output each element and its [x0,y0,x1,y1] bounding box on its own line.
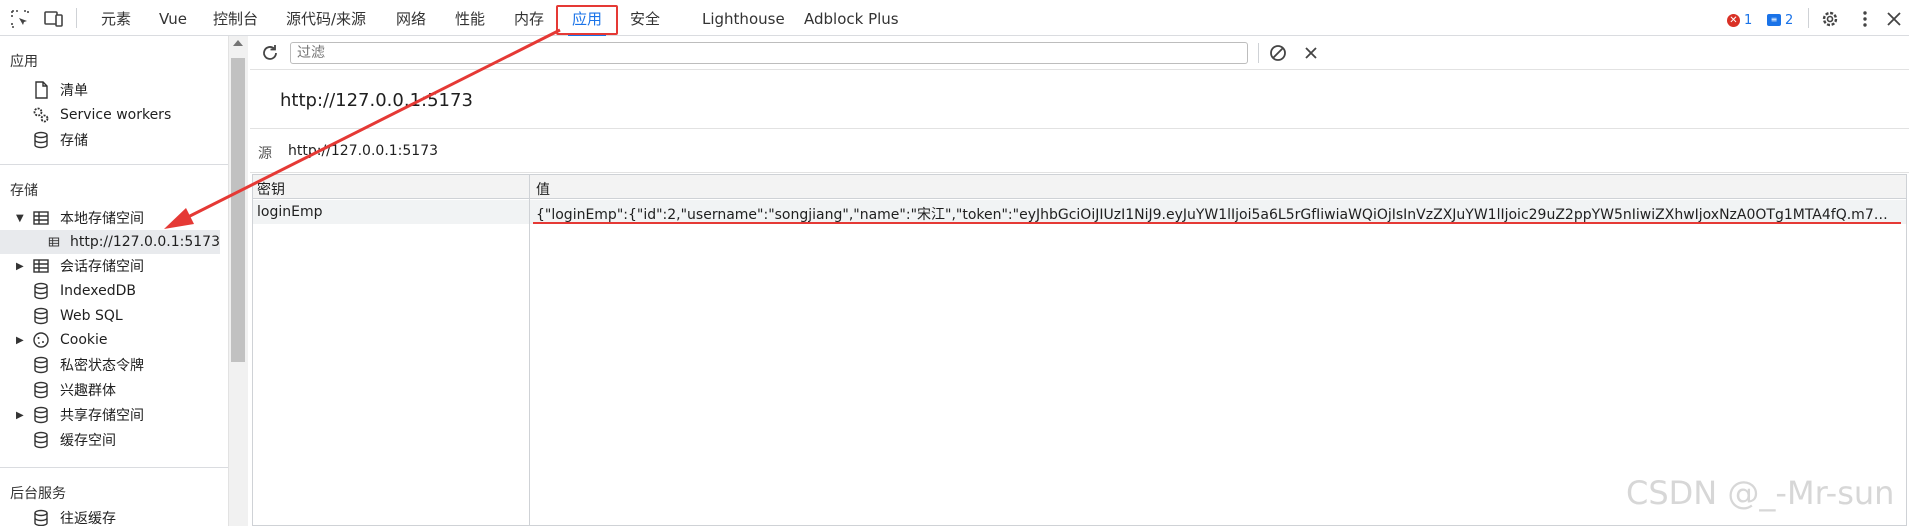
toolbar-divider [1808,8,1809,28]
document-icon [35,81,48,99]
sidebar-item-label: 清单 [60,83,88,99]
sidebar-divider [0,467,228,468]
database-icon [34,406,48,424]
cookie-icon [33,332,49,348]
scroll-up-arrow-icon[interactable] [233,40,243,46]
error-badge[interactable]: ✕ 1 [1727,12,1752,28]
sidebar-item-label: 私密状态令牌 [60,358,144,374]
application-sidebar: 应用 清单 Service workers 存储 存储 ▼ 本地存储空间 htt… [0,36,228,526]
tab-network[interactable]: 网络 [392,0,430,36]
sidebar-item-label: Service workers [60,107,172,123]
database-icon [34,509,48,526]
close-icon[interactable] [1884,9,1904,29]
database-icon [34,131,48,149]
devtools-toolbar: 元素 Vue 控制台 源代码/来源 网络 性能 内存 应用 安全 Lightho… [0,0,1909,36]
sidebar-item-label: 会话存储空间 [60,259,144,275]
origin-info-row: 源 http://127.0.0.1:5173 [250,128,1909,173]
triangle-right-icon[interactable]: ▶ [16,410,26,421]
sidebar-item-service-workers[interactable]: Service workers [32,103,171,127]
toolbar-divider [76,8,77,28]
column-header-value[interactable]: 值 [536,179,550,199]
tab-memory[interactable]: 内存 [510,0,548,36]
sidebar-item-session-storage[interactable]: ▶ 会话存储空间 [16,254,144,278]
sidebar-item-label: 缓存空间 [60,433,116,449]
error-count: 1 [1744,12,1753,28]
error-icon: ✕ [1727,13,1740,27]
sidebar-item-label: Cookie [60,332,108,348]
tab-sources[interactable]: 源代码/来源 [282,0,370,36]
tab-vue[interactable]: Vue [155,0,191,36]
triangle-right-icon[interactable]: ▶ [16,261,26,272]
tab-elements[interactable]: 元素 [97,0,135,36]
sidebar-item-label: IndexedDB [60,283,136,299]
message-count: 2 [1785,12,1794,28]
database-icon [34,307,48,325]
row-value[interactable]: {"loginEmp":{"id":2,"username":"songjian… [536,204,1891,224]
inspect-element-icon[interactable] [10,9,30,29]
device-toolbar-icon[interactable] [44,9,64,29]
filter-toolbar [250,36,1909,70]
table-row[interactable]: loginEmp {"loginEmp":{"id":2,"username":… [253,200,1906,224]
tab-lighthouse[interactable]: Lighthouse [698,0,789,36]
origin-value: http://127.0.0.1:5173 [288,143,439,159]
sidebar-item-local-storage[interactable]: ▼ 本地存储空间 [16,206,144,230]
database-icon [34,356,48,374]
sidebar-item-web-sql[interactable]: Web SQL [32,304,123,328]
filter-input[interactable] [290,42,1248,64]
triangle-right-icon[interactable]: ▶ [16,335,26,346]
delete-selected-icon[interactable] [1302,44,1320,62]
triangle-down-icon[interactable]: ▼ [16,213,26,224]
sidebar-item-interest-groups[interactable]: 兴趣群体 [32,378,116,402]
database-icon [34,431,48,449]
sidebar-section-background-services: 后台服务 [10,486,66,502]
sidebar-item-label: 存储 [60,133,88,149]
sidebar-item-label: Web SQL [60,308,123,324]
database-icon [34,282,48,300]
origin-title: http://127.0.0.1:5173 [280,90,473,111]
sidebar-item-manifest[interactable]: 清单 [32,78,88,102]
sidebar-item-cache-storage[interactable]: 缓存空间 [32,428,116,452]
clear-all-icon[interactable] [1268,43,1288,63]
tab-console[interactable]: 控制台 [209,0,262,36]
tab-security[interactable]: 安全 [626,0,664,36]
sidebar-divider [0,164,228,165]
sidebar-item-storage[interactable]: 存储 [32,128,88,152]
message-badge[interactable]: ≡ 2 [1767,12,1793,28]
row-key[interactable]: loginEmp [257,204,525,220]
sidebar-item-label: 兴趣群体 [60,383,116,399]
sidebar-item-label: http://127.0.0.1:5173 [69,234,220,250]
sidebar-item-shared-storage[interactable]: ▶ 共享存储空间 [16,403,144,427]
refresh-icon[interactable] [260,43,280,63]
sidebar-item-cookie[interactable]: ▶ Cookie [16,328,108,352]
annotation-underline [533,222,1901,224]
sidebar-section-app: 应用 [10,54,38,70]
column-divider[interactable] [529,175,530,525]
sidebar-item-indexeddb[interactable]: IndexedDB [32,279,136,303]
sidebar-scrollbar-thumb[interactable] [231,58,245,362]
message-icon: ≡ [1767,14,1781,26]
sidebar-item-private-state-tokens[interactable]: 私密状态令牌 [32,353,144,377]
gears-icon [33,107,49,123]
origin-label: 源 [258,146,272,162]
annotation-box [556,5,618,35]
table-icon [33,211,49,225]
sidebar-item-local-origin[interactable]: http://127.0.0.1:5173 [0,230,220,254]
sidebar-item-label: 往返缓存 [60,511,116,526]
gear-icon[interactable] [1820,9,1840,29]
sidebar-item-label: 共享存储空间 [60,408,144,424]
table-header: 密钥 值 [253,175,1906,199]
local-storage-panel: http://127.0.0.1:5173 源 http://127.0.0.1… [250,36,1909,526]
sidebar-section-storage: 存储 [10,183,38,199]
database-icon [34,381,48,399]
table-icon [33,259,49,273]
sidebar-item-back-forward-cache[interactable]: 往返缓存 [32,506,116,526]
tab-adblock-plus[interactable]: Adblock Plus [800,0,903,36]
toolbar-divider [1258,43,1259,63]
tab-performance[interactable]: 性能 [451,0,489,36]
watermark: CSDN @_-Mr-sun [1626,474,1895,512]
more-options-icon[interactable] [1855,9,1875,29]
column-header-key[interactable]: 密钥 [257,179,285,199]
sidebar-item-label: 本地存储空间 [60,211,144,227]
table-icon [48,237,60,247]
